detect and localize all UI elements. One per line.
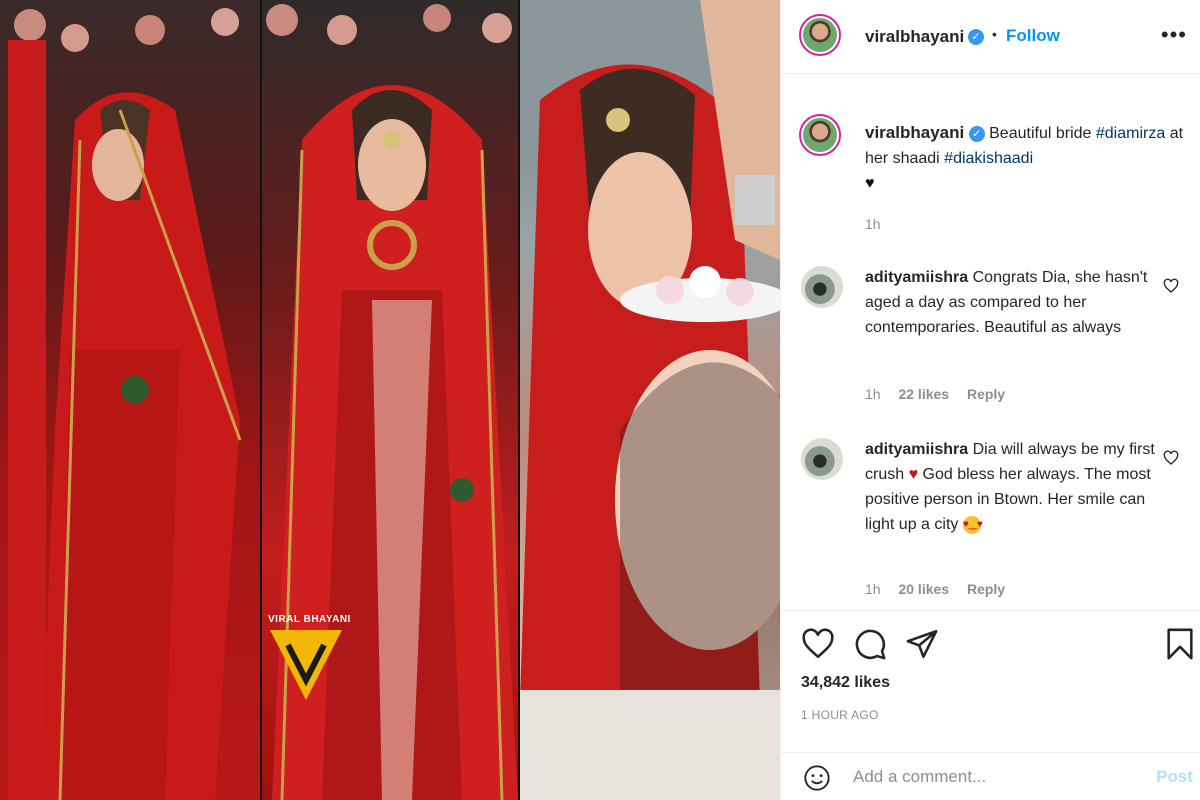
red-heart-emoji: ♥	[908, 466, 919, 483]
reply-button[interactable]: Reply	[967, 581, 1005, 597]
verified-icon: ✓	[968, 125, 985, 142]
commenter-username[interactable]: adityamiishra	[865, 441, 968, 458]
comment-icon[interactable]	[853, 627, 887, 661]
share-icon[interactable]	[905, 627, 939, 661]
heart-icon[interactable]	[801, 627, 835, 661]
post-timestamp[interactable]: 1 HOUR AGO	[801, 708, 879, 722]
hashtag-link[interactable]: #diamirza	[1096, 125, 1165, 142]
commenter-avatar[interactable]	[801, 438, 843, 480]
caption-body: Beautiful bride	[989, 125, 1092, 142]
post-actions: 34,842 likes 1 HOUR AGO	[781, 610, 1200, 760]
comment-text: adityamiishra Congrats Dia, she hasn't a…	[865, 265, 1155, 340]
post-sidebar: viralbhayani ✓ • Follow ••• viralbhayani…	[780, 0, 1200, 800]
photo-panel-center: VIRAL BHAYANI	[262, 0, 518, 800]
more-icon[interactable]: •••	[1161, 22, 1187, 48]
heart-icon[interactable]	[1163, 278, 1179, 294]
comment-text: adityamiishra Dia will always be my firs…	[865, 437, 1155, 537]
comment-likes[interactable]: 22 likes	[898, 386, 949, 402]
caption-text: viralbhayani ✓ Beautiful bride #diamirza…	[865, 120, 1185, 196]
heart-icon[interactable]	[1163, 450, 1179, 466]
caption-username[interactable]: viralbhayani	[865, 123, 964, 142]
like-count[interactable]: 34,842 likes	[801, 674, 890, 692]
hashtag-link[interactable]: #diakishaadi	[944, 150, 1033, 167]
watermark-text: VIRAL BHAYANI	[268, 614, 351, 625]
comment-timestamp[interactable]: 1h	[865, 386, 881, 402]
post-media[interactable]: VIRAL BHAYANI	[0, 0, 780, 800]
reply-button[interactable]: Reply	[967, 386, 1005, 402]
smile-icon[interactable]	[803, 764, 831, 792]
add-comment-bar: Post	[781, 752, 1200, 800]
heart-eyes-emoji: ♥‿♥	[962, 515, 983, 534]
comment-timestamp[interactable]: 1h	[865, 581, 881, 597]
author-avatar[interactable]	[799, 14, 841, 56]
post-header: viralbhayani ✓ • Follow •••	[781, 0, 1200, 74]
comment-likes[interactable]: 20 likes	[898, 581, 949, 597]
comment-input[interactable]	[853, 765, 1133, 789]
black-heart-emoji: ♥	[865, 175, 875, 192]
photo-panel-left	[0, 0, 260, 800]
comment-meta: 1h 20 likes Reply	[865, 581, 1019, 597]
commenter-username[interactable]: adityamiishra	[865, 269, 968, 286]
verified-icon: ✓	[968, 29, 984, 45]
comment-meta: 1h 22 likes Reply	[865, 386, 1019, 402]
caption-avatar[interactable]	[799, 114, 841, 156]
commenter-avatar[interactable]	[801, 266, 843, 308]
bookmark-icon[interactable]	[1163, 627, 1197, 661]
photo-panel-right	[520, 0, 780, 800]
follow-button[interactable]: Follow	[1006, 26, 1060, 46]
separator-dot: •	[992, 26, 997, 42]
caption-timestamp[interactable]: 1h	[865, 216, 881, 232]
author-username[interactable]: viralbhayani	[865, 27, 964, 47]
post-comment-button[interactable]: Post	[1156, 767, 1193, 787]
